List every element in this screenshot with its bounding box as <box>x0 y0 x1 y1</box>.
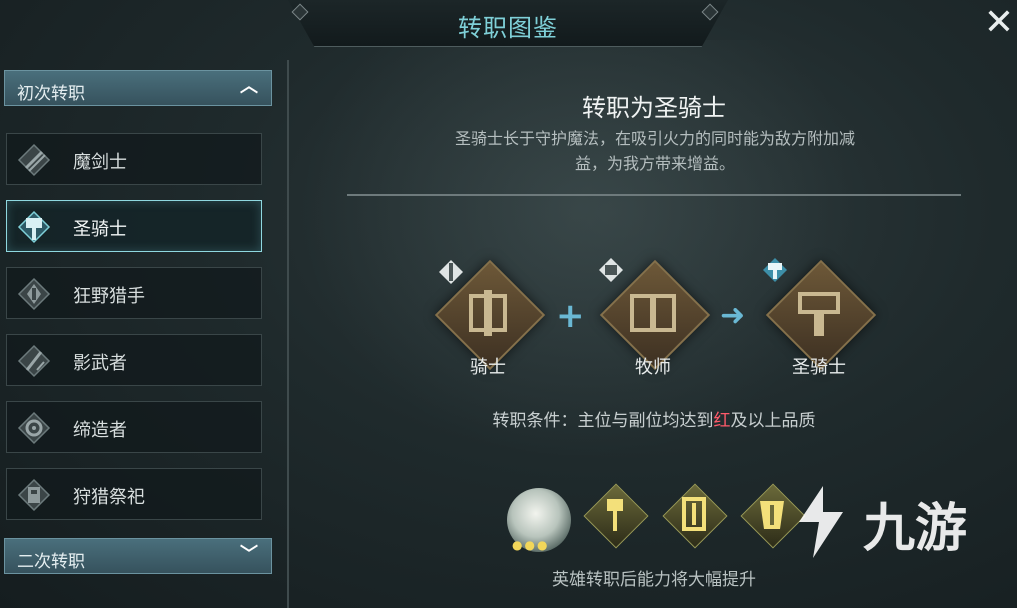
logo-icon <box>799 486 843 558</box>
description-line: 圣骑士长于守护魔法，在吸引火力的同时能为敌方附加减 <box>454 129 855 148</box>
armor-icon <box>760 501 784 529</box>
gear-icon <box>17 411 51 445</box>
condition-highlight: 红 <box>713 411 731 431</box>
close-button[interactable]: ✕ <box>982 5 1016 41</box>
knight-armor-icon <box>469 290 507 336</box>
job-item-shadow-warrior[interactable]: 影武者 <box>6 334 262 386</box>
chevron-up-icon: ︿ <box>240 76 258 97</box>
sword-icon <box>439 260 463 284</box>
hammer-icon <box>763 258 787 282</box>
section-divider <box>347 194 961 196</box>
rewards-caption: 英雄转职后能力将大幅提升 <box>552 570 756 590</box>
formula-label: 骑士 <box>470 357 506 378</box>
section-first-job[interactable]: 初次转职 ︿ <box>4 70 272 106</box>
watermark-text: 九游 <box>863 499 968 559</box>
watermark-logo: 九游 <box>785 478 985 568</box>
job-item-hunting-priest[interactable]: 狩猎祭祀 <box>6 468 262 520</box>
condition-suffix: 及以上品质 <box>730 411 816 431</box>
job-detail-title: 转职为圣骑士 <box>582 94 726 122</box>
reward-scepter[interactable] <box>583 483 649 549</box>
job-item-paladin[interactable]: 圣骑士 <box>6 200 262 252</box>
job-item-wild-hunter[interactable]: 狂野猎手 <box>6 267 262 319</box>
book-icon <box>599 258 623 282</box>
description-line: 益，为我方带来增益。 <box>574 154 735 173</box>
condition-prefix: 转职条件：主位与副位均达到 <box>492 411 714 431</box>
job-description: 圣骑士长于守护魔法，在吸引火力的同时能为敌方附加减 益，为我方带来增益。 <box>385 126 925 176</box>
arrow-right-icon: ➜ <box>720 298 746 333</box>
quality-dots: ●●● <box>512 538 550 552</box>
section-label: 初次转职 <box>17 84 85 104</box>
job-label: 缔造者 <box>73 420 127 441</box>
wild-emblem-icon <box>17 277 51 311</box>
section-label: 二次转职 <box>17 552 85 572</box>
hammer-icon <box>17 210 51 244</box>
shield-icon <box>682 497 706 531</box>
title-bar: 转职图鉴 <box>288 0 728 47</box>
formula-label: 牧师 <box>635 357 671 378</box>
panel-divider <box>287 60 289 608</box>
reward-shield[interactable] <box>662 483 728 549</box>
paladin-armor-icon <box>798 292 840 336</box>
job-label: 圣骑士 <box>73 219 127 240</box>
job-label: 影武者 <box>73 353 127 374</box>
plus-icon: + <box>556 296 585 336</box>
transfer-condition: 转职条件：主位与副位均达到红及以上品质 <box>345 406 963 431</box>
close-icon: ✕ <box>983 2 1015 43</box>
shadow-blade-icon <box>17 344 51 378</box>
section-second-job[interactable]: 二次转职 ﹀ <box>4 538 272 574</box>
job-label: 魔剑士 <box>73 152 127 173</box>
formula-label: 圣骑士 <box>792 357 846 378</box>
page-title: 转职图鉴 <box>458 14 558 42</box>
scepter-icon <box>607 499 623 531</box>
job-item-creator[interactable]: 缔造者 <box>6 401 262 453</box>
job-item-magic-swordsman[interactable]: 魔剑士 <box>6 133 262 185</box>
job-label: 狂野猎手 <box>73 286 145 307</box>
crossed-swords-icon <box>17 143 51 177</box>
chevron-down-icon: ﹀ <box>240 544 258 565</box>
job-label: 狩猎祭祀 <box>73 487 145 508</box>
totem-icon <box>17 478 51 512</box>
book-icon <box>630 294 676 332</box>
